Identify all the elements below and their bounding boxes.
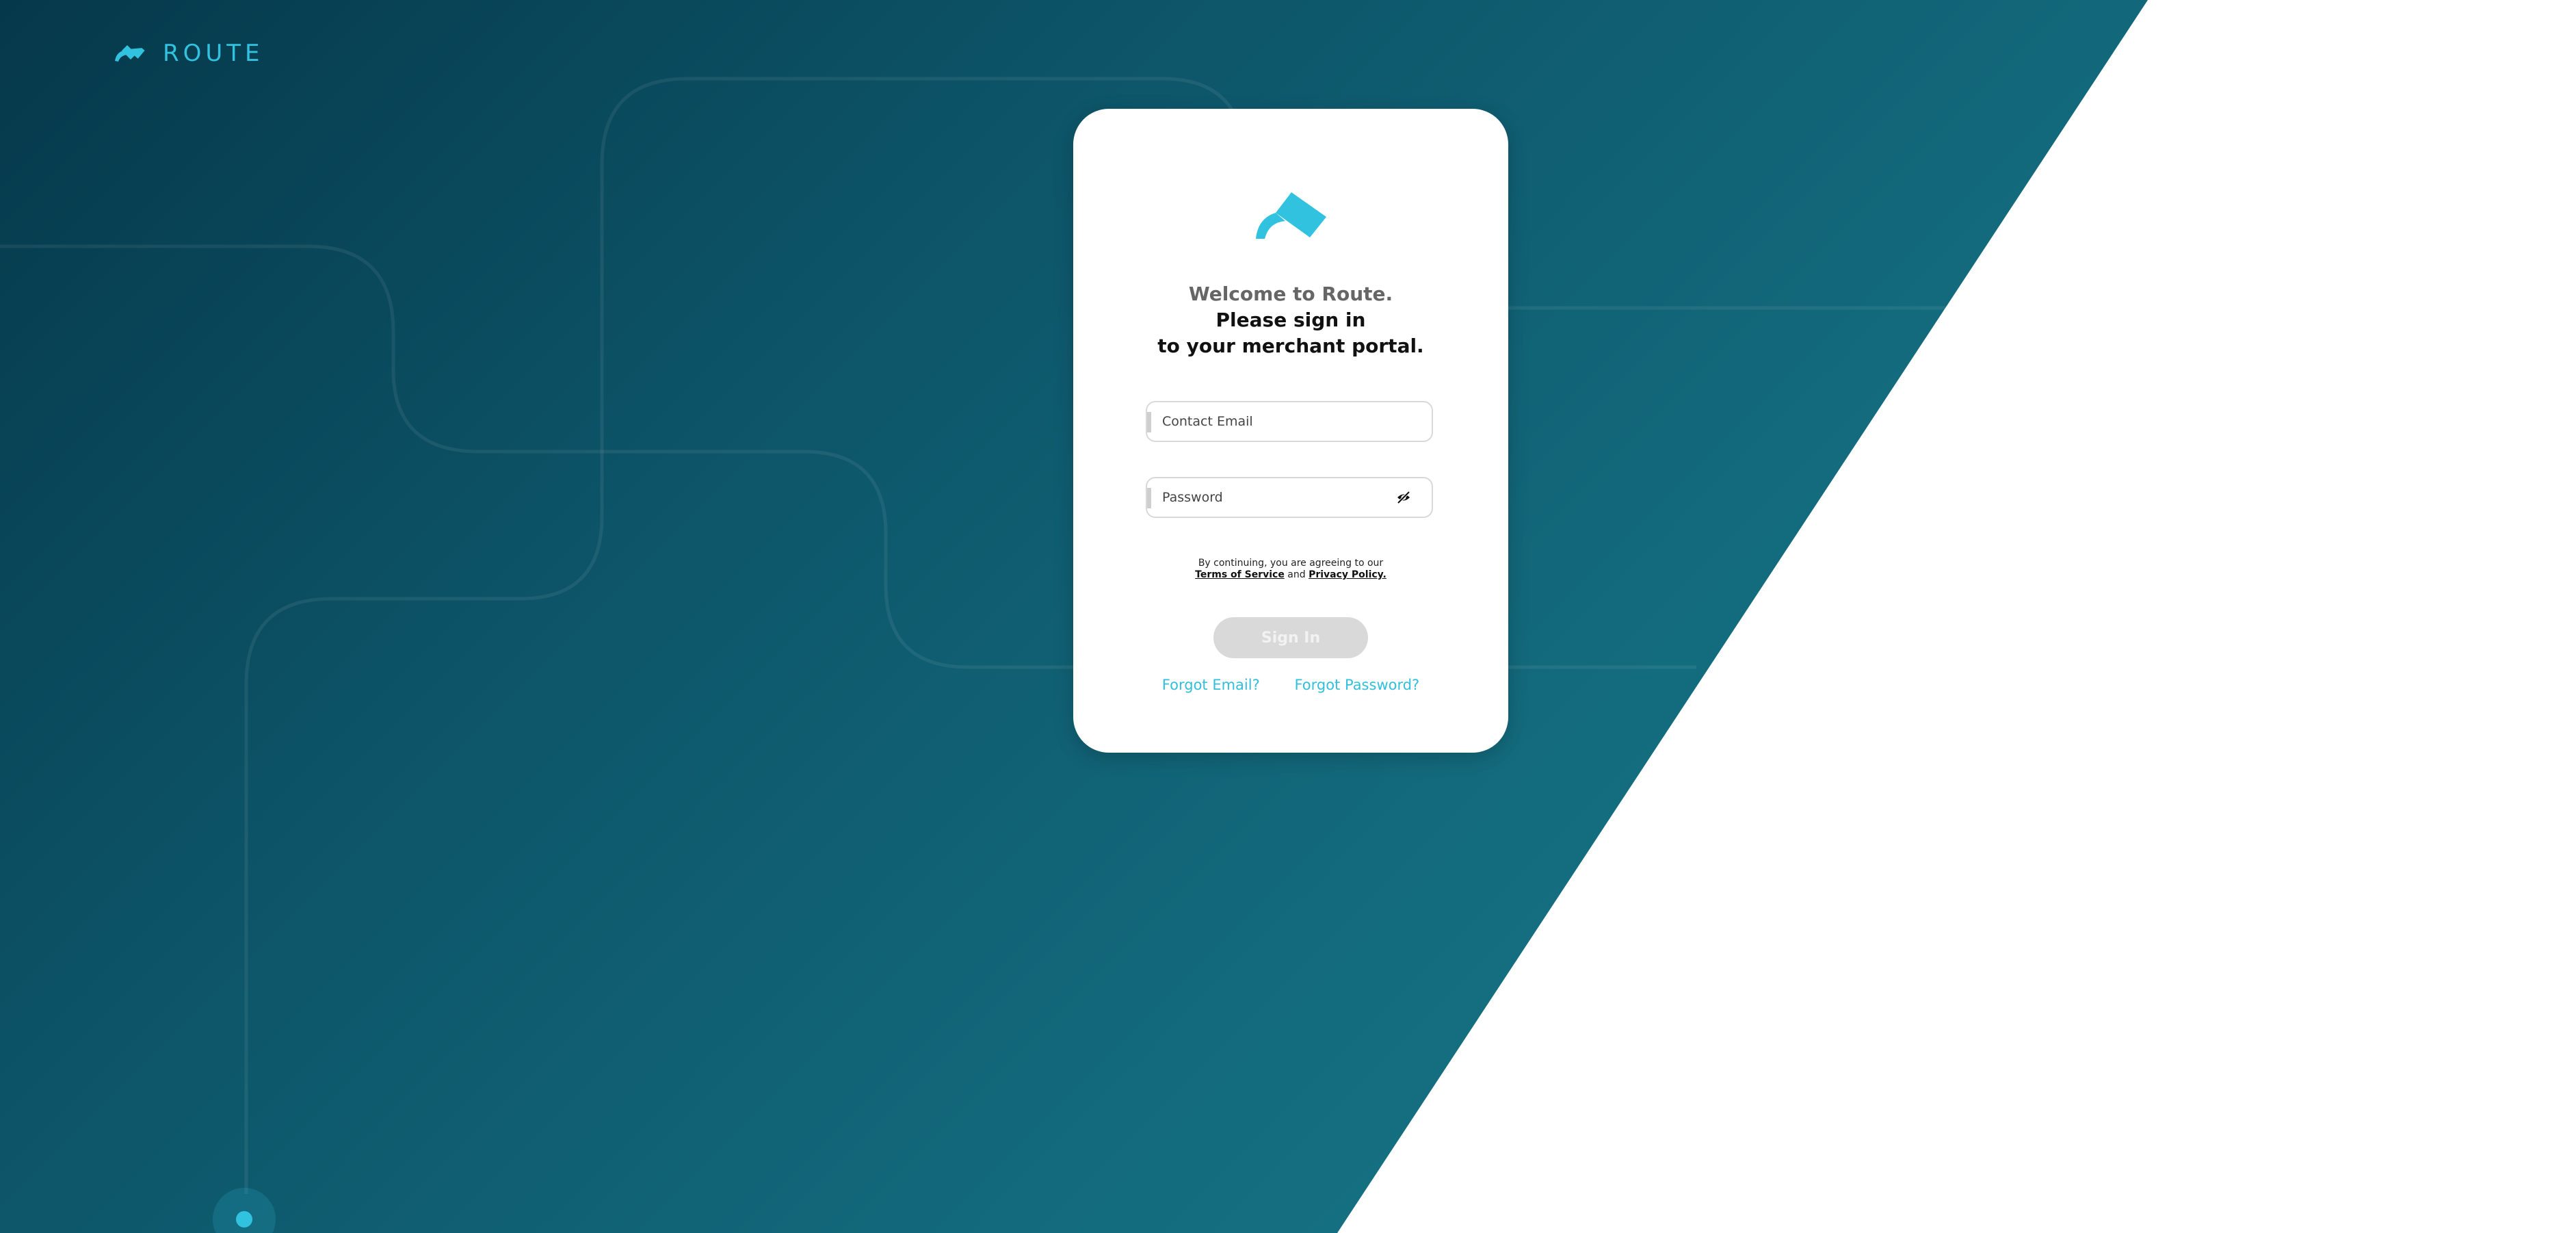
password-input[interactable] — [1162, 478, 1388, 517]
privacy-policy-link[interactable]: Privacy Policy. — [1309, 569, 1386, 580]
forgot-email-link[interactable]: Forgot Email? — [1162, 677, 1260, 693]
recovery-links: Forgot Email? Forgot Password? — [1073, 677, 1508, 693]
sign-in-button[interactable]: Sign In — [1213, 617, 1368, 658]
email-input[interactable] — [1162, 402, 1388, 441]
terms-of-service-link[interactable]: Terms of Service — [1195, 569, 1285, 580]
terms-conjunction: and — [1287, 569, 1306, 580]
eye-slash-icon[interactable] — [1396, 490, 1411, 505]
welcome-line-1: Welcome to Route. — [1188, 283, 1393, 305]
welcome-heading: Welcome to Route. Please sign in to your… — [1073, 281, 1508, 359]
route-logo-text: ROUTE — [163, 40, 264, 67]
password-field-accent-bar — [1147, 488, 1151, 508]
route-mark-icon — [1254, 191, 1329, 244]
sign-in-card: Welcome to Route. Please sign in to your… — [1073, 109, 1508, 753]
route-logo[interactable]: ROUTE — [114, 40, 264, 67]
password-field[interactable] — [1146, 477, 1433, 518]
forgot-password-link[interactable]: Forgot Password? — [1294, 677, 1419, 693]
terms-prefix: By continuing, you are agreeing to our — [1198, 558, 1384, 569]
terms-notice: By continuing, you are agreeing to our T… — [1073, 558, 1508, 581]
email-field-accent-bar — [1147, 412, 1151, 432]
welcome-line-2: Please sign in — [1215, 309, 1366, 331]
route-logo-icon — [115, 45, 145, 62]
terms-links-line: Terms of Service and Privacy Policy. — [1073, 569, 1508, 581]
welcome-line-3: to your merchant portal. — [1157, 335, 1424, 357]
email-field[interactable] — [1146, 401, 1433, 442]
